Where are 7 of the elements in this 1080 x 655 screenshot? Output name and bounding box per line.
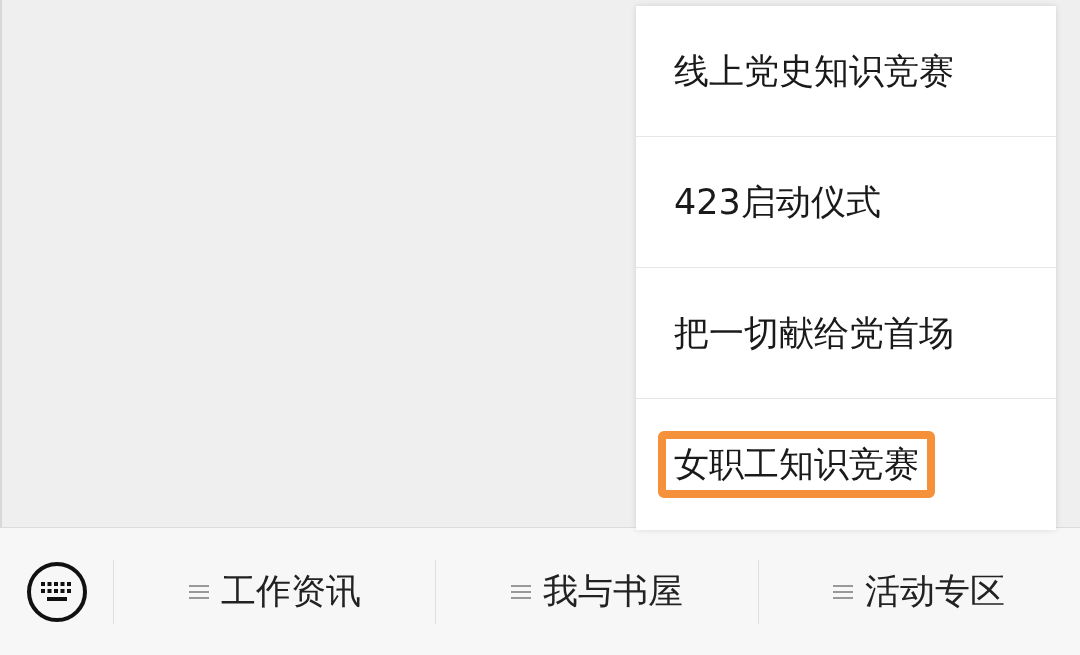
menu-item[interactable]: 把一切献给党首场: [636, 268, 1056, 399]
menu-tab[interactable]: 我与书屋: [436, 528, 758, 655]
menu-tab[interactable]: 活动专区: [758, 528, 1080, 655]
menu-item[interactable]: 423启动仪式: [636, 137, 1056, 268]
menu-item[interactable]: 线上党史知识竞赛: [636, 6, 1056, 137]
menu-tab[interactable]: 工作资讯: [114, 528, 436, 655]
menu-item[interactable]: 女职工知识竞赛: [636, 399, 1056, 530]
